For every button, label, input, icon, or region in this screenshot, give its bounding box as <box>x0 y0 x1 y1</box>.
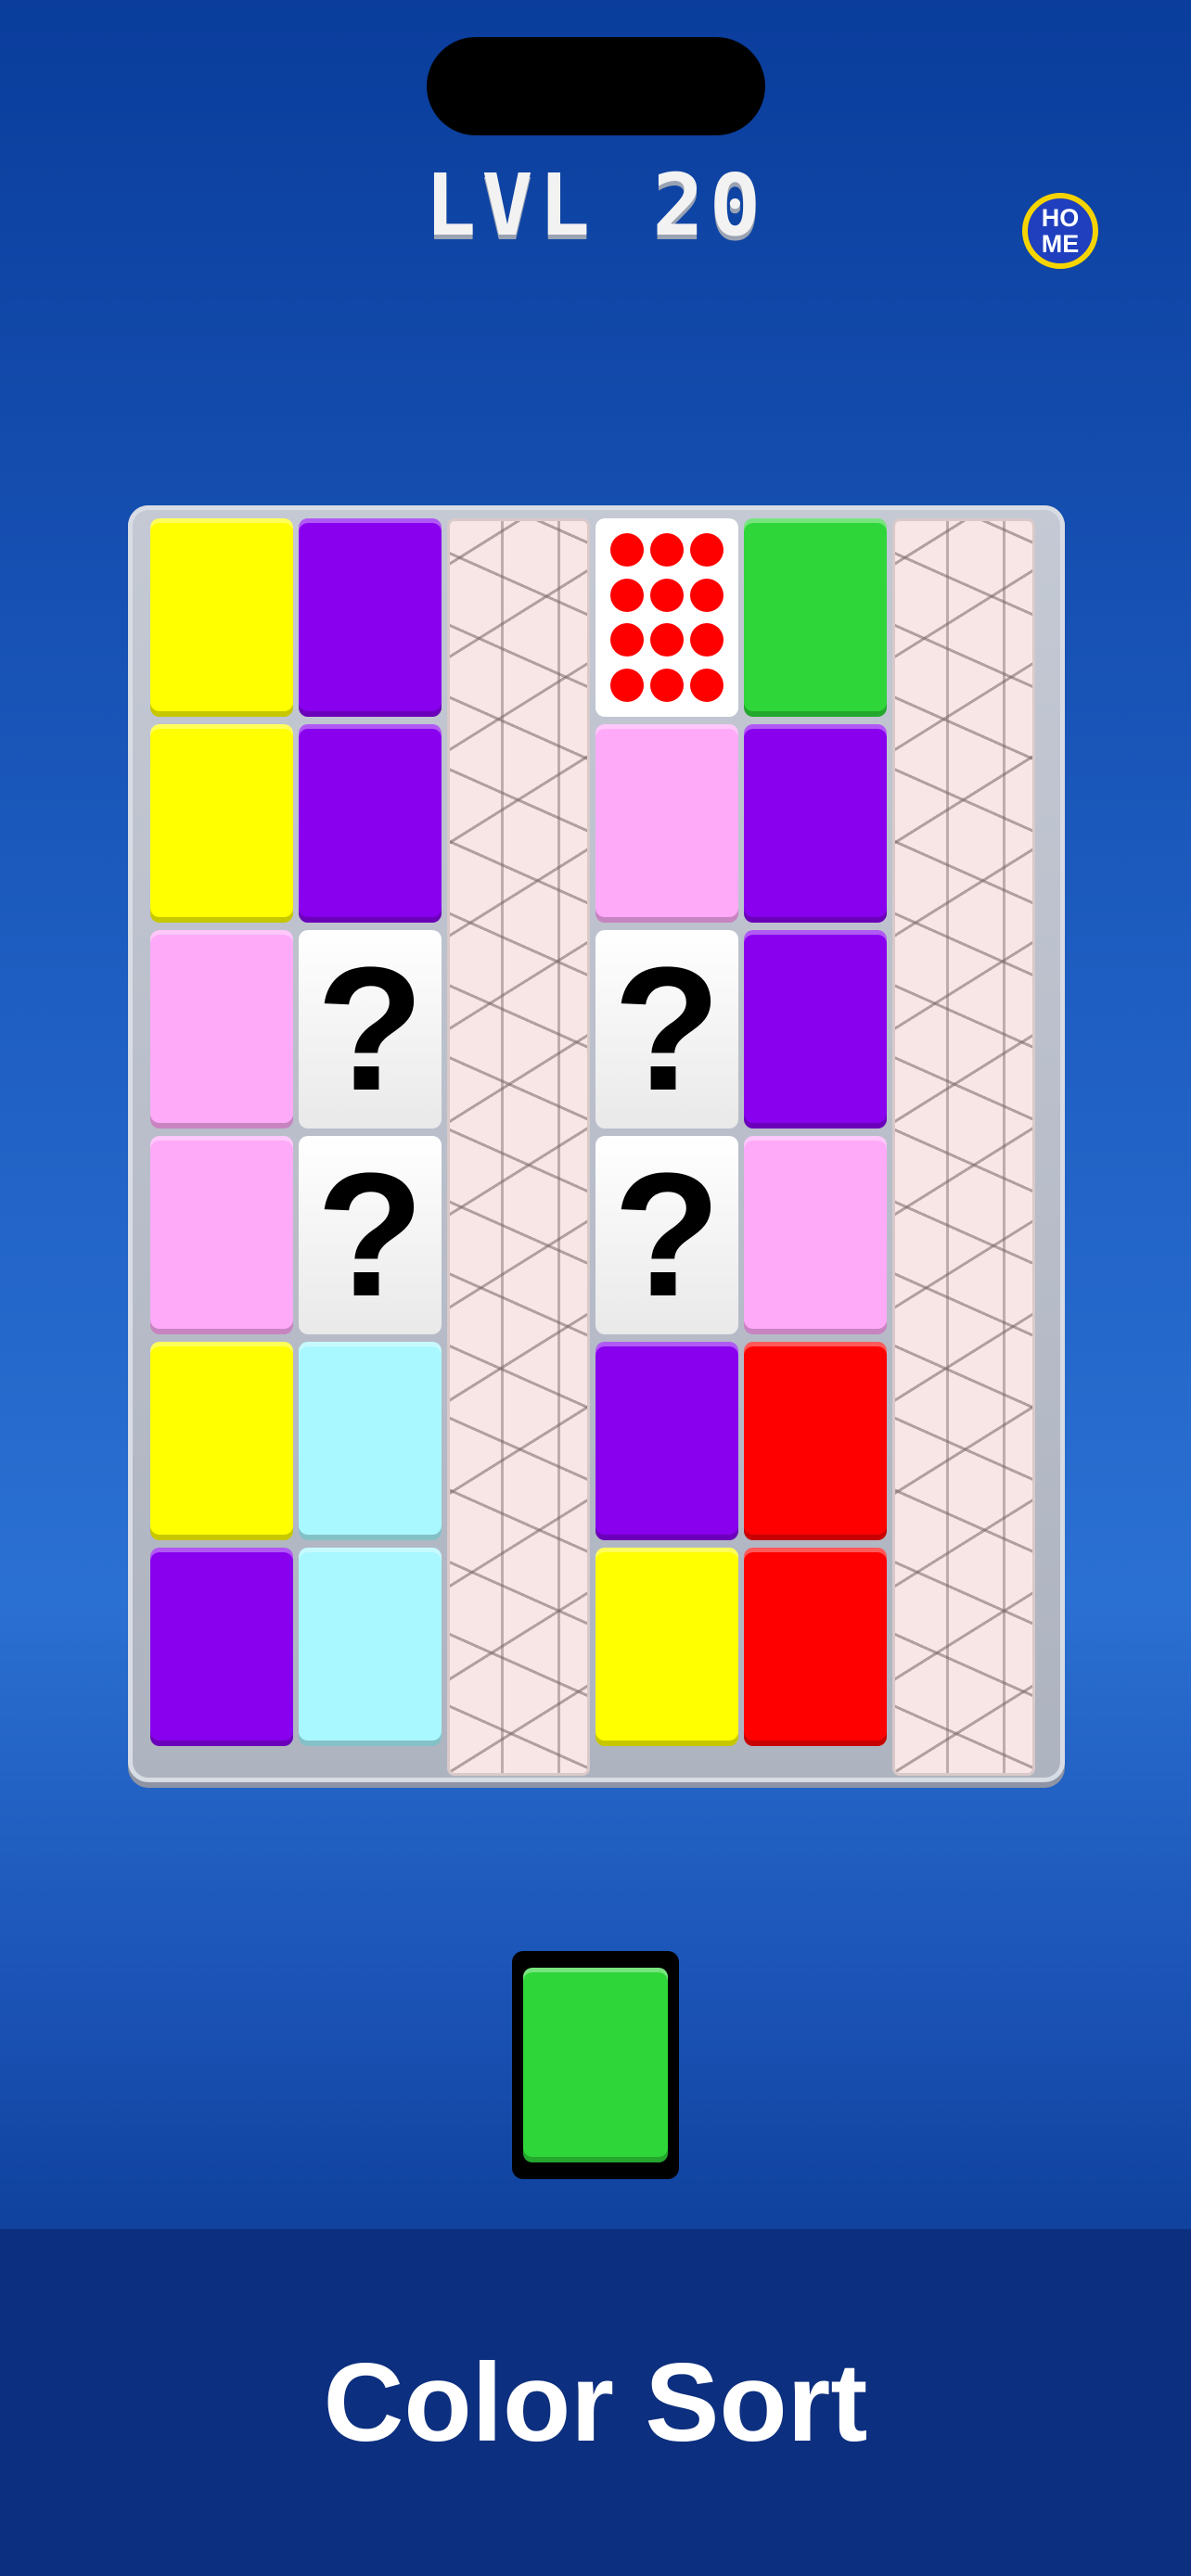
red-dot <box>690 578 724 612</box>
home-label-top: HO <box>1041 204 1080 232</box>
red-dot <box>609 578 644 612</box>
device-notch <box>427 37 765 135</box>
red-dots-tile[interactable] <box>596 518 738 717</box>
yellow-tile[interactable] <box>150 724 293 923</box>
red-dot <box>609 668 644 702</box>
pink-tile[interactable] <box>150 930 293 1129</box>
stone-column <box>892 518 1035 1776</box>
selected-tile <box>523 1968 668 2162</box>
red-dot <box>649 668 684 702</box>
purple-tile[interactable] <box>744 724 887 923</box>
cyan-tile[interactable] <box>299 1548 442 1746</box>
mystery-tile[interactable]: ? <box>299 930 442 1129</box>
purple-tile[interactable] <box>150 1548 293 1746</box>
pink-tile[interactable] <box>744 1136 887 1334</box>
stone-column <box>447 518 590 1776</box>
yellow-tile[interactable] <box>596 1548 738 1746</box>
home-button[interactable]: HO ME <box>1022 193 1098 269</box>
game-board: ???? <box>128 505 1065 1782</box>
pink-tile[interactable] <box>596 724 738 923</box>
mystery-tile[interactable]: ? <box>596 1136 738 1334</box>
mystery-tile[interactable]: ? <box>596 930 738 1129</box>
red-dot <box>609 623 644 657</box>
mystery-tile[interactable]: ? <box>299 1136 442 1334</box>
purple-tile[interactable] <box>299 518 442 717</box>
footer-title: Color Sort <box>323 2340 868 2465</box>
selected-tile-slot[interactable] <box>512 1951 679 2179</box>
footer-bar: Color Sort <box>0 2229 1191 2576</box>
yellow-tile[interactable] <box>150 518 293 717</box>
purple-tile[interactable] <box>299 724 442 923</box>
level-label: LVL 20 <box>424 156 767 255</box>
red-dot <box>690 668 724 702</box>
red-dot <box>690 623 724 657</box>
green-tile[interactable] <box>744 518 887 717</box>
red-dot <box>690 533 724 567</box>
yellow-tile[interactable] <box>150 1342 293 1540</box>
red-dot <box>649 578 684 612</box>
cyan-tile[interactable] <box>299 1342 442 1540</box>
pink-tile[interactable] <box>150 1136 293 1334</box>
red-tile[interactable] <box>744 1548 887 1746</box>
red-dot <box>649 533 684 567</box>
red-dot <box>649 623 684 657</box>
purple-tile[interactable] <box>744 930 887 1129</box>
purple-tile[interactable] <box>596 1342 738 1540</box>
red-dot <box>609 533 644 567</box>
home-label-bottom: ME <box>1041 230 1080 258</box>
red-tile[interactable] <box>744 1342 887 1540</box>
